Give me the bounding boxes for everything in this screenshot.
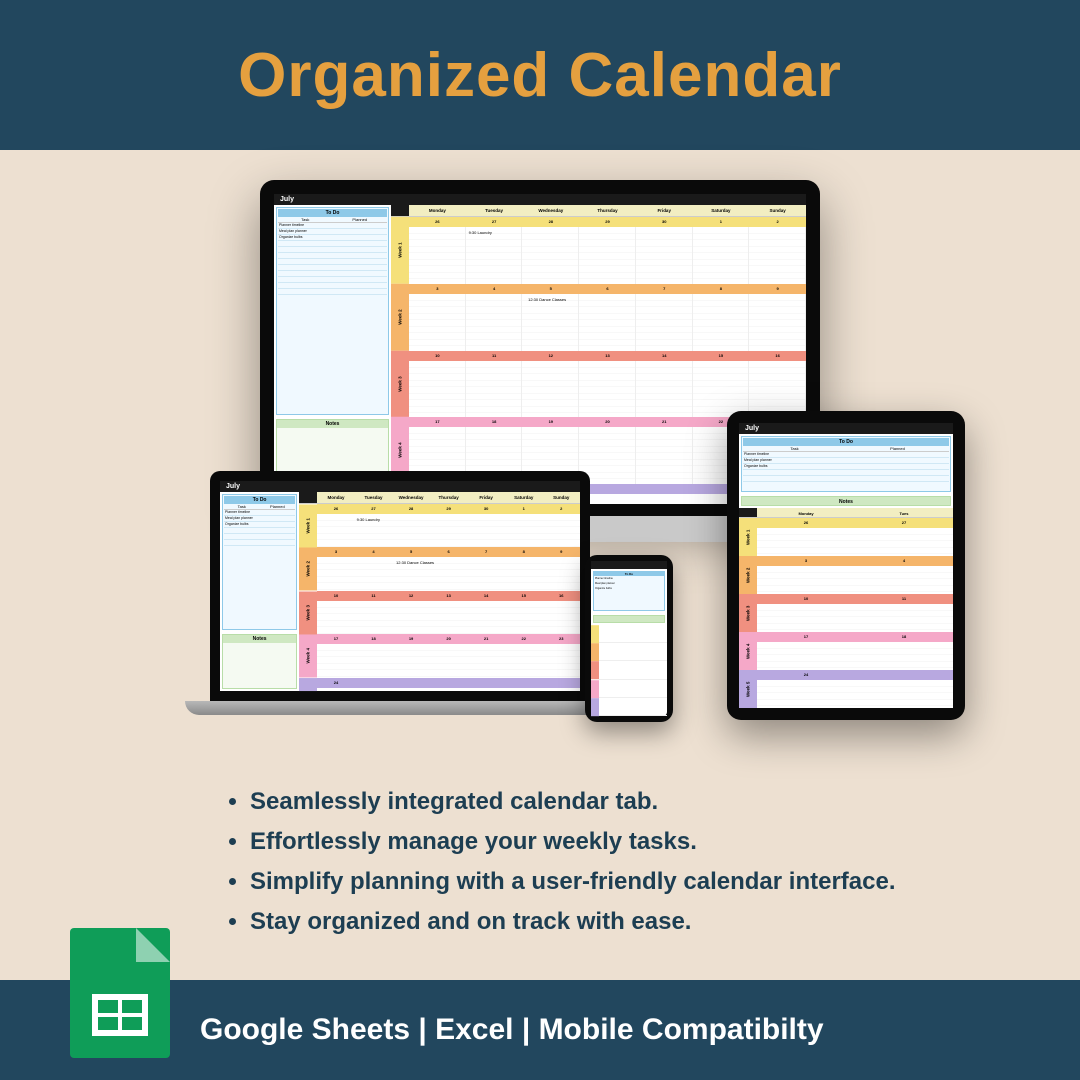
feature-list: Seamlessly integrated calendar tab. Effo… (250, 788, 1080, 936)
tablet-frame: July To Do TaskPlanned Planner timeline … (727, 411, 965, 720)
laptop: July To Do TaskPlanned Planner timeline … (210, 471, 590, 715)
page-title: Organized Calendar (238, 40, 842, 111)
tablet: July To Do TaskPlanned Planner timeline … (727, 411, 965, 720)
todo-panel: To Do TaskPlanned Planner timeline Meal … (741, 436, 951, 492)
weekday-header: MondayTuesdayWednesdayThursdayFridaySatu… (391, 205, 806, 217)
feature-item: Stay organized and on track with ease. (250, 908, 1080, 936)
todo-panel: To Do TaskPlanned Planner timeline Meal … (276, 207, 389, 415)
phone: To Do Planner timeline Meal plan planner… (585, 555, 673, 722)
google-sheets-icon (70, 928, 170, 1058)
week-2-label: Week 2 (391, 284, 409, 351)
laptop-frame: July To Do TaskPlanned Planner timeline … (210, 471, 590, 701)
notes-header: Notes (277, 420, 388, 428)
week-1-label: Week 1 (391, 217, 409, 284)
feature-item: Seamlessly integrated calendar tab. (250, 788, 1080, 816)
device-showcase: July To Do TaskPlanned Planner timeline … (0, 170, 1080, 760)
laptop-base (185, 701, 615, 715)
laptop-screen: July To Do TaskPlanned Planner timeline … (220, 481, 580, 691)
phone-screen: To Do Planner timeline Meal plan planner… (591, 561, 667, 716)
feature-item: Simplify planning with a user-friendly c… (250, 868, 1080, 896)
footer-text: Google Sheets | Excel | Mobile Compatibi… (200, 1013, 824, 1047)
event-item: 12:30 Dance Classes (528, 297, 566, 302)
phone-frame: To Do Planner timeline Meal plan planner… (585, 555, 673, 722)
event-item: 9:30 Laundry (469, 230, 492, 235)
notes-panel: Notes (222, 634, 297, 689)
calendar-month-label: July (274, 194, 806, 205)
todo-header: To Do (278, 209, 387, 217)
calendar-tablet: July To Do TaskPlanned Planner timeline … (739, 423, 953, 708)
todo-panel: To Do TaskPlanned Planner timeline Meal … (222, 494, 297, 630)
tablet-screen: July To Do TaskPlanned Planner timeline … (739, 423, 953, 708)
notes-panel (593, 615, 665, 623)
todo-panel: To Do Planner timeline Meal plan planner… (593, 571, 665, 611)
calendar-laptop: July To Do TaskPlanned Planner timeline … (220, 481, 580, 691)
feature-item: Effortlessly manage your weekly tasks. (250, 828, 1080, 856)
header-bar: Organized Calendar (0, 0, 1080, 150)
notes-header: Notes (741, 496, 951, 506)
week-3-label: Week 3 (391, 351, 409, 418)
calendar-phone: To Do Planner timeline Meal plan planner… (591, 561, 667, 716)
